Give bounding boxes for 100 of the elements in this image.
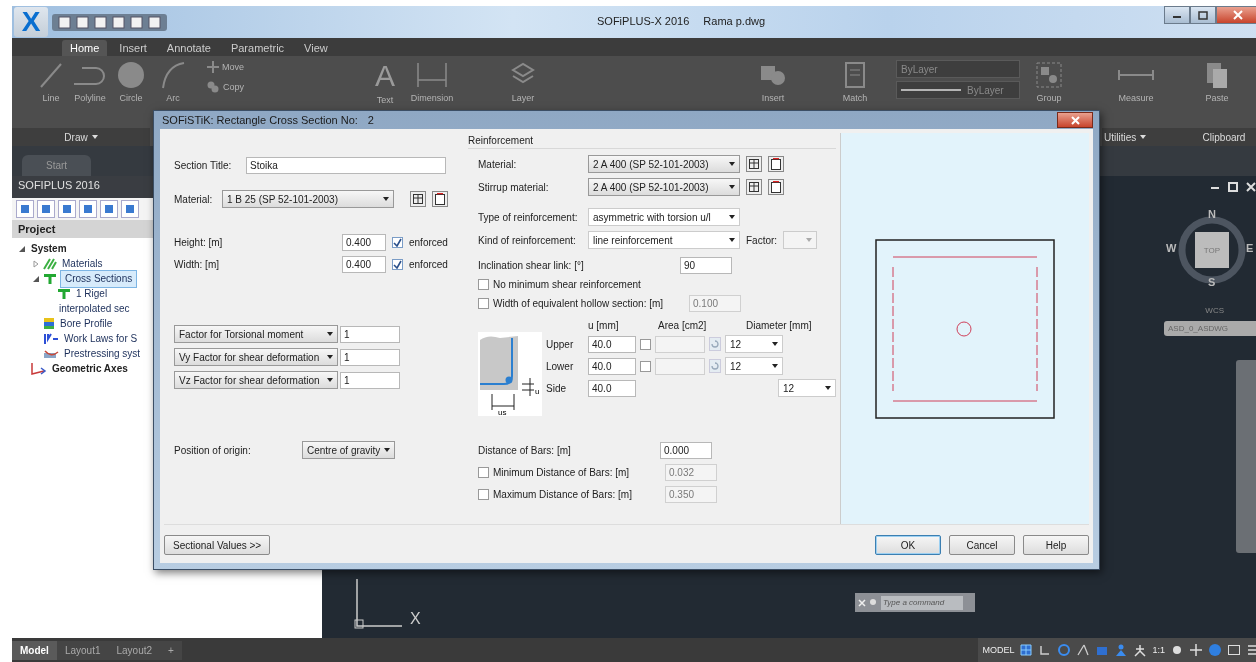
ribbon-tab[interactable]: Parametric: [222, 40, 293, 56]
column-header: u [mm]: [588, 320, 620, 331]
field-label: Type of reinforcement:: [478, 211, 579, 223]
move-icon[interactable]: [206, 60, 219, 74]
column-header: Diameter [mm]: [746, 320, 812, 331]
grid-icon[interactable]: [1019, 643, 1034, 657]
dimension-field[interactable]: 0.400: [342, 234, 386, 251]
distance-field[interactable]: 0.000: [660, 442, 712, 459]
sectional-values-button[interactable]: Sectional Values >>: [164, 535, 271, 555]
minimize-button[interactable]: [1164, 6, 1190, 24]
ribbon-tab[interactable]: Annotate: [158, 40, 219, 56]
compass-ring[interactable]: [1178, 216, 1246, 284]
dialog-button[interactable]: OK: [875, 535, 941, 555]
tool-label: Paste: [1205, 93, 1229, 103]
clipboard-icon[interactable]: [843, 60, 867, 90]
cover-field[interactable]: 40.0: [588, 335, 636, 353]
tree-item[interactable]: Prestressing syst: [62, 348, 143, 359]
factor-field[interactable]: 1: [340, 348, 400, 366]
dialog-button[interactable]: Cancel: [949, 535, 1015, 555]
tree-item[interactable]: System: [29, 243, 69, 254]
close-button[interactable]: [1057, 112, 1093, 128]
circle-icon[interactable]: [1057, 643, 1072, 657]
table-icon[interactable]: [410, 191, 426, 207]
circle-icon[interactable]: [116, 60, 146, 90]
compass-label[interactable]: W: [1166, 242, 1177, 254]
factor-dropdown[interactable]: Vy Factor for shear deformation: [174, 348, 338, 366]
factor-field[interactable]: 1: [340, 325, 400, 343]
table-icon[interactable]: [746, 156, 762, 172]
tree-item[interactable]: Bore Profile: [58, 318, 115, 329]
checkbox[interactable]: [478, 298, 489, 309]
material-dropdown[interactable]: 2 A 400 (SP 52-101-2003): [588, 178, 740, 196]
tree-item[interactable]: 1 Rigel: [74, 288, 110, 299]
compass-label[interactable]: E: [1246, 242, 1254, 254]
cover-field[interactable]: 40.0: [588, 357, 636, 375]
checkbox[interactable]: [640, 360, 651, 372]
table-icon[interactable]: [746, 179, 762, 195]
factor-dropdown[interactable]: Factor for Torsional moment: [174, 325, 338, 343]
cover-field[interactable]: 40.0: [588, 379, 636, 397]
tree-toggle-icon[interactable]: [18, 244, 26, 253]
diameter-dropdown[interactable]: 12: [778, 379, 836, 397]
person-icon[interactable]: [1114, 643, 1129, 657]
model-space-button[interactable]: MODEL: [982, 645, 1015, 655]
dialog-button[interactable]: Help: [1023, 535, 1089, 555]
origin-dropdown[interactable]: Centre of gravity: [302, 441, 396, 459]
tree-item[interactable]: Geometric Axes: [50, 363, 130, 374]
angle-icon[interactable]: [1076, 643, 1091, 657]
type-dropdown[interactable]: asymmetric with torsion u/l: [588, 208, 740, 226]
tool-label: Dimension: [410, 93, 454, 103]
checkbox[interactable]: [392, 259, 403, 270]
ucs-icon: [354, 578, 403, 629]
diameter-dropdown[interactable]: 12: [725, 357, 783, 375]
tree-item[interactable]: Work Laws for S: [62, 333, 140, 344]
factor-dropdown[interactable]: Vz Factor for shear deformation: [174, 371, 338, 389]
tree-item[interactable]: Cross Sections: [60, 269, 138, 288]
checkbox[interactable]: [478, 279, 489, 290]
ribbon-tab[interactable]: Insert: [111, 40, 155, 56]
section-title-field[interactable]: Stoika: [246, 157, 446, 174]
angle-field[interactable]: 90: [680, 257, 732, 274]
compass-label[interactable]: N: [1208, 208, 1216, 220]
maximize-icon[interactable]: [1198, 10, 1208, 20]
kind-dropdown[interactable]: line reinforcement: [588, 231, 740, 249]
checkbox[interactable]: [478, 467, 489, 478]
fullscreen-icon[interactable]: [1227, 643, 1241, 657]
copy-icon[interactable]: [206, 80, 220, 94]
tree-toggle-icon[interactable]: [32, 274, 40, 283]
tree-item[interactable]: Materials: [60, 258, 105, 269]
factor-field[interactable]: 1: [340, 371, 400, 389]
scale-button[interactable]: 1:1: [1152, 645, 1165, 655]
ribbon-tab[interactable]: Home: [62, 40, 108, 56]
material-dropdown[interactable]: 2 A 400 (SP 52-101-2003): [588, 155, 740, 173]
maximize-button[interactable]: [1190, 6, 1216, 24]
tree-item[interactable]: interpolated sec: [57, 303, 132, 314]
layout-tab[interactable]: Model: [12, 640, 57, 660]
checkbox[interactable]: [392, 237, 403, 248]
diameter-dropdown[interactable]: 12: [725, 335, 783, 353]
plus-icon[interactable]: [1189, 643, 1203, 657]
close-button[interactable]: [1216, 6, 1256, 24]
app-logo[interactable]: X: [14, 7, 48, 37]
ribbon-tab[interactable]: View: [296, 40, 336, 56]
panel-label[interactable]: Utilities: [1102, 128, 1184, 146]
panel-label[interactable]: Clipboard: [1184, 128, 1256, 146]
group-icon[interactable]: [1034, 60, 1064, 90]
paste-icon[interactable]: [1204, 60, 1230, 90]
arc-icon[interactable]: [160, 60, 186, 90]
add-tab-button[interactable]: +: [160, 640, 182, 660]
menu-icon[interactable]: [1246, 643, 1256, 657]
tree-toggle-icon[interactable]: [32, 259, 40, 268]
compass-label[interactable]: S: [1208, 276, 1216, 288]
layout-tab[interactable]: Layout2: [108, 640, 161, 660]
checkbox[interactable]: [640, 338, 651, 350]
layout-tab[interactable]: Layout1: [56, 640, 109, 660]
panel-label[interactable]: Draw: [12, 128, 150, 146]
group-title: Reinforcement: [468, 135, 535, 146]
figure-icon[interactable]: [1133, 643, 1148, 657]
dimension-field[interactable]: 0.400: [342, 256, 386, 273]
checkbox[interactable]: [478, 489, 489, 500]
restore-icon[interactable]: [1228, 182, 1238, 192]
close-icon[interactable]: [1246, 182, 1256, 192]
caret-icon: [729, 238, 735, 242]
material-dropdown[interactable]: 1 B 25 (SP 52-101-2003): [222, 190, 394, 208]
